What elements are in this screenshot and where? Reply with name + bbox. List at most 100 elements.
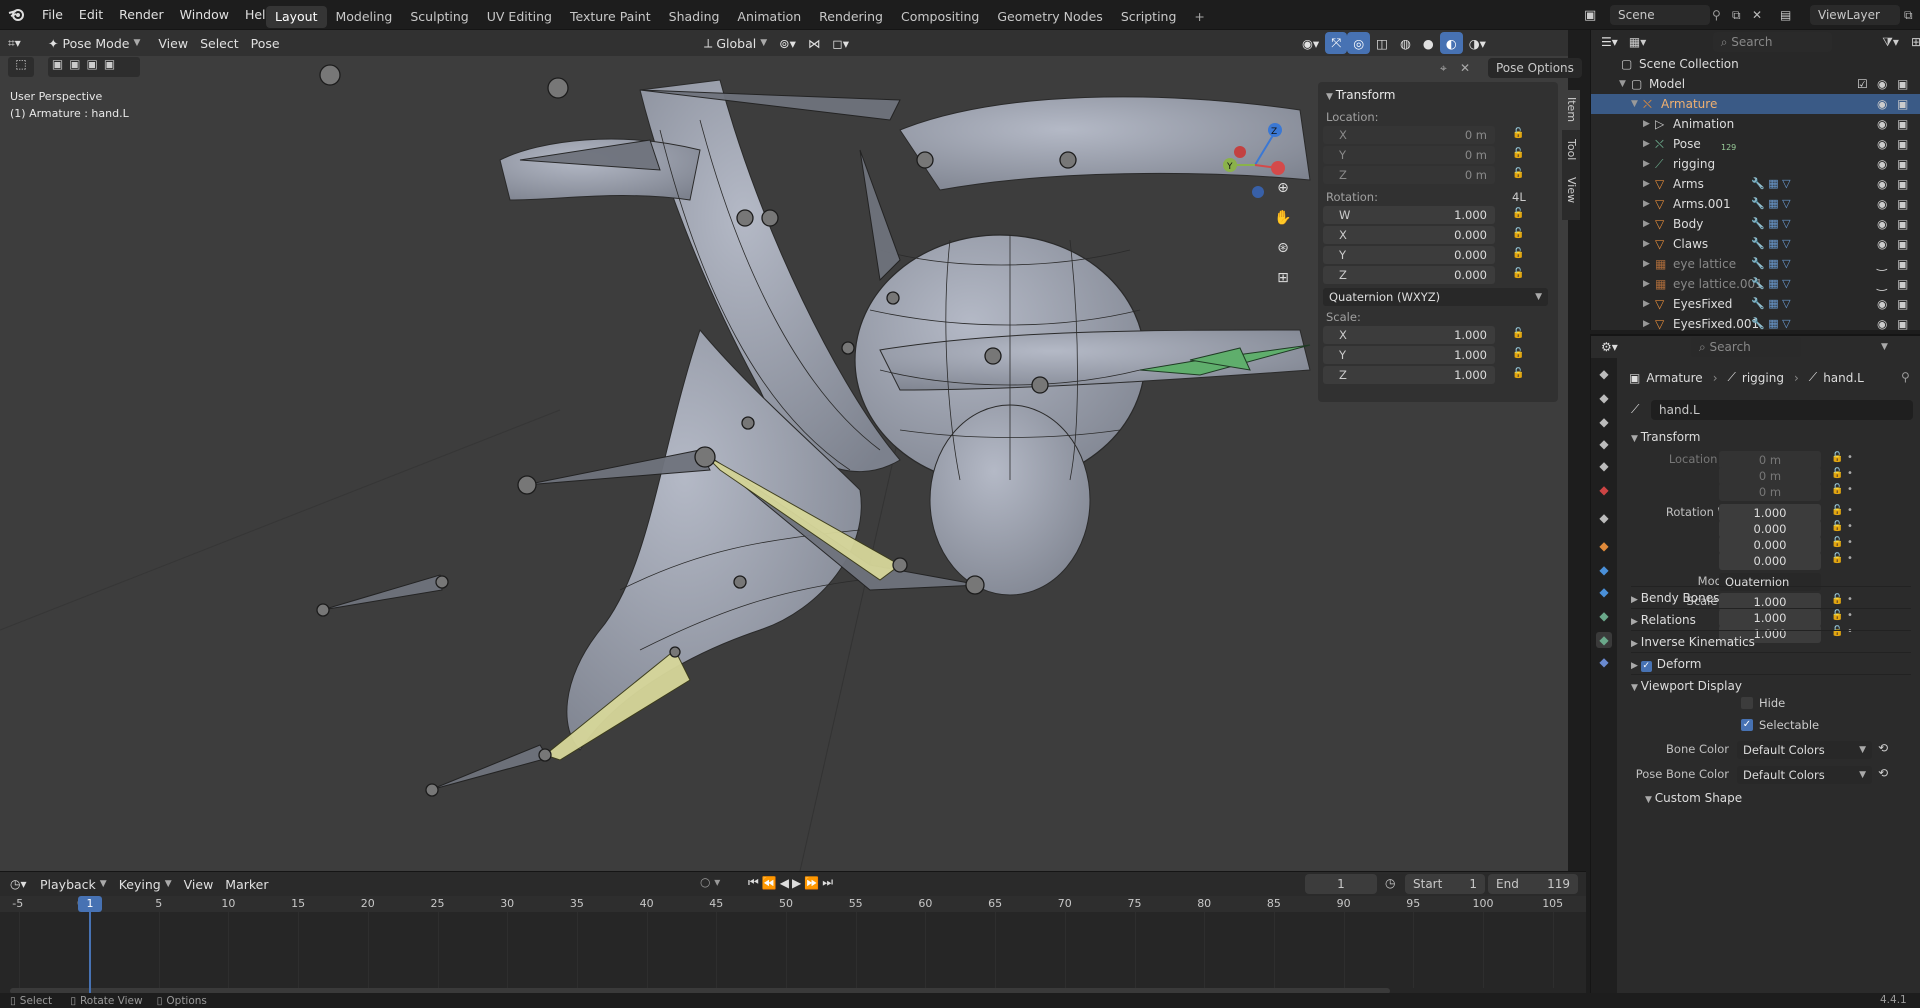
pose-menu[interactable]: Pose [245,32,286,54]
tab-uv-editing[interactable]: UV Editing [478,6,561,28]
tab-modeling[interactable]: Modeling [327,6,402,28]
render-visibility-icon[interactable]: ▣ [1897,234,1908,254]
current-frame-field[interactable]: 1 [1305,874,1377,894]
play-icon[interactable]: ▶ [792,876,804,890]
location-y-field[interactable]: Y 0 m [1323,146,1495,164]
render-visibility-icon[interactable]: ▣ [1897,134,1908,154]
panel-header-inverse-kinematics[interactable]: ▶ Inverse Kinematics [1631,630,1911,652]
keyframe-dot-icon[interactable]: • [1847,452,1853,463]
transform-field[interactable]: 0.000 [1719,552,1821,570]
rotation-4l-toggle[interactable]: 4L [1512,188,1526,206]
timeline-editor-icon[interactable]: ◷▾ [0,877,34,891]
physics-icon[interactable]: ◆ [1596,584,1612,600]
keyframe-dot-icon[interactable]: • [1847,537,1853,548]
outliner-item[interactable]: ▶ ▷ Animation ◉ ▣ [1591,114,1920,134]
props-editor-icon[interactable]: ⚙▾ [1591,340,1621,354]
selectable-checkbox[interactable]: ✓ [1741,719,1753,731]
lock-icon[interactable]: 🔓 [1512,208,1524,220]
pin-icon[interactable]: ⚲ [1901,370,1910,384]
playback-menu[interactable]: Playback ▼ [34,873,113,895]
chevron-right-icon[interactable]: ▶ [1643,274,1650,294]
render-visibility-icon[interactable]: ▣ [1897,214,1908,234]
world-icon[interactable]: ◆ [1596,482,1612,498]
outliner-item[interactable]: ▶ ▽ Claws 🔧 ▦ ▽ ◉ ▣ [1591,234,1920,254]
chevron-down-icon[interactable]: ▼ [1631,94,1638,114]
orientation-dropdown[interactable]: ⟂ Global ▼ [698,32,773,54]
shading-solid-icon[interactable]: ● [1417,32,1440,54]
bone-name-field[interactable]: hand.L [1651,400,1913,420]
outliner-item[interactable]: ▶ ⛌ Pose 129 ◉ ▣ [1591,134,1920,154]
visibility-icon[interactable]: ◉▾ [1296,32,1325,54]
xray-toggle-icon[interactable]: ⌖ [1440,61,1460,76]
render-icon[interactable]: ◆ [1596,390,1612,406]
outliner-search-input[interactable]: ⌕ Search [1712,32,1833,52]
outliner-item[interactable]: ▶ ▦ eye lattice.001 🔧 ▦ ▽ ‿ ▣ [1591,274,1920,294]
eye-visibility-icon[interactable]: ◉ [1877,74,1887,94]
tab-view[interactable]: View [1562,170,1580,210]
rotation-y-field[interactable]: Y 0.000 [1323,246,1495,264]
chevron-right-icon[interactable]: ▶ [1643,234,1650,254]
tab-rendering[interactable]: Rendering [810,6,892,28]
auto-key-icon[interactable]: ○ ▾ [700,875,720,889]
lock-icon[interactable]: 🔓 [1512,148,1524,160]
tab-scripting[interactable]: Scripting [1112,6,1186,28]
tab-tool[interactable]: Tool [1562,130,1580,170]
new-scene-icon[interactable]: ⧉ [1732,8,1752,23]
snap-icon[interactable]: ⋈ [802,32,827,54]
view-layer-icon[interactable]: ▤ [1780,8,1810,22]
render-visibility-icon[interactable]: ▣ [1897,294,1908,314]
rotation-x-field[interactable]: X 0.000 [1323,226,1495,244]
display-mode-icon[interactable]: ▦▾ [1629,35,1663,49]
lock-icon[interactable]: 🔓 [1512,348,1524,360]
timeline-area[interactable] [0,912,1586,998]
play-reverse-icon[interactable]: ◀ [780,876,792,890]
chevron-down-icon[interactable]: ▼ [1619,74,1626,94]
lock-icon[interactable]: 🔓 [1512,268,1524,280]
render-visibility-icon[interactable]: ▣ [1897,114,1908,134]
eye-visibility-icon[interactable]: ‿ [1877,274,1887,294]
chevron-right-icon[interactable]: ▶ [1643,114,1650,134]
mode-dropdown[interactable]: ✦ Pose Mode ▼ [42,32,146,54]
scale-x-field[interactable]: X 1.000 [1323,326,1495,344]
tab-shading[interactable]: Shading [660,6,729,28]
eye-visibility-icon[interactable]: ◉ [1877,194,1887,214]
ortho-grid-icon[interactable]: ⊞ [1270,270,1296,300]
view-menu[interactable]: View [152,32,194,54]
panel-header-deform[interactable]: ▶ ✓ Deform [1631,652,1911,674]
lock-icon[interactable]: 🔓 [1831,468,1843,479]
tweak-tool-icon[interactable]: ⬚ [8,57,34,77]
outliner-item[interactable]: ▼ ⛌ Armature ◉ ▣ [1591,94,1920,114]
lock-icon[interactable]: 🔓 [1512,128,1524,140]
overlay-icon[interactable]: ◎ [1347,32,1371,54]
rotation-z-field[interactable]: Z 0.000 [1323,266,1495,284]
shading-rendered-icon[interactable]: ◑▾ [1463,32,1492,54]
view-layer-field[interactable]: ViewLayer [1810,5,1900,25]
render-visibility-icon[interactable]: ▣ [1897,314,1908,334]
outliner-item[interactable]: ▶ ▦ eye lattice 🔧 ▦ ▽ ‿ ▣ [1591,254,1920,274]
chevron-right-icon[interactable]: ▶ [1643,194,1650,214]
lock-icon[interactable]: 🔓 [1831,537,1843,548]
zoom-icon[interactable]: ⊕ [1270,180,1296,210]
lock-icon[interactable]: 🔓 [1831,484,1843,495]
transform-panel-header[interactable]: ▼ Transform [1631,426,1911,448]
chevron-down-icon[interactable]: ▼ [1881,342,1888,352]
outliner-item[interactable]: ▶ ▽ EyesFixed 🔧 ▦ ▽ ◉ ▣ [1591,294,1920,314]
object-data-icon[interactable]: ◆ [1596,608,1612,624]
eye-visibility-icon[interactable]: ◉ [1877,134,1887,154]
keyframe-dot-icon[interactable]: • [1847,553,1853,564]
tab-compositing[interactable]: Compositing [892,6,988,28]
keyframe-dot-icon[interactable]: • [1847,505,1853,516]
shading-wire-icon[interactable]: ◍ [1394,32,1417,54]
eye-visibility-icon[interactable]: ◉ [1877,314,1887,334]
lock-icon[interactable]: 🔓 [1512,328,1524,340]
lock-icon[interactable]: 🔓 [1831,452,1843,463]
pose-bone-color-dropdown[interactable]: Default Colors ▼ [1737,766,1872,784]
hide-checkbox[interactable] [1741,697,1753,709]
bone-icon[interactable]: ◆ [1596,632,1612,648]
menu-window[interactable]: Window [172,0,237,30]
pan-hand-icon[interactable]: ✋ [1270,210,1296,240]
outliner-item[interactable]: ▶ ▽ Arms 🔧 ▦ ▽ ◉ ▣ [1591,174,1920,194]
menu-render[interactable]: Render [111,0,172,30]
lock-icon[interactable]: 🔓 [1512,168,1524,180]
output-icon[interactable]: ◆ [1596,414,1612,430]
